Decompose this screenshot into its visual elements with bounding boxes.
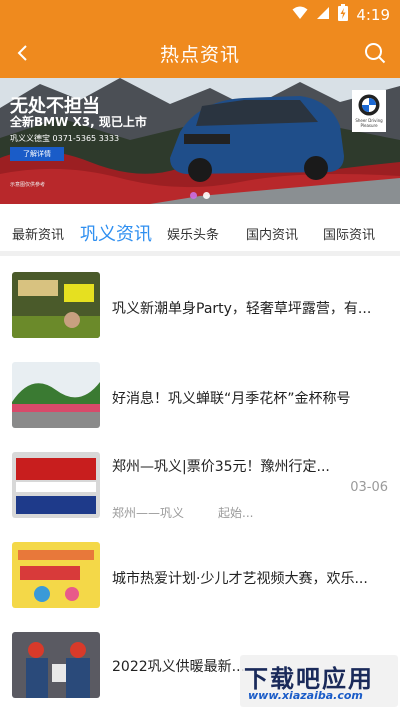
carousel-indicator (0, 192, 400, 199)
banner-dealer-info: 巩义义德宝 0371-5365 3333 (10, 134, 120, 143)
category-tabs: 最新资讯 巩义资讯 娱乐头条 国内资讯 国际资讯 (0, 210, 400, 256)
news-thumbnail (12, 542, 100, 608)
news-meta-start: 起始... (218, 506, 254, 520)
news-meta: 郑州——巩义 起始... (112, 504, 253, 521)
search-button[interactable] (358, 36, 392, 70)
wifi-icon (292, 5, 308, 24)
news-item[interactable]: 巩义新潮单身Party，轻奢草坪露营，有... (0, 270, 400, 360)
watermark-logo: 下载吧应用 www.xiazaiba.com (240, 655, 398, 707)
news-thumbnail (12, 452, 100, 518)
news-item[interactable]: 城市热爱计划·少儿才艺视频大赛，欢乐... (0, 540, 400, 630)
banner-details-button[interactable]: 了解详情 (10, 147, 64, 161)
news-title: 好消息！巩义蝉联“月季花杯”金杯称号 (112, 391, 351, 407)
search-icon (365, 43, 386, 64)
news-title: 城市热爱计划·少儿才艺视频大赛，欢乐... (112, 571, 368, 587)
status-bar: 4:19 (0, 0, 400, 28)
news-item[interactable]: 郑州—巩义|票价35元！豫州行定... 03-06 郑州——巩义 起始... (0, 450, 400, 540)
page-title: 热点资讯 (159, 44, 240, 66)
news-date: 03-06 (350, 480, 388, 495)
banner-subheadline: 全新BMW X3, 现已上市 (10, 115, 147, 129)
news-item[interactable]: 好消息！巩义蝉联“月季花杯”金杯称号 (0, 360, 400, 450)
tab-entertainment[interactable]: 娱乐头条 (167, 224, 219, 243)
tab-gongyi-news[interactable]: 巩义资讯 (80, 220, 152, 246)
signal-icon (316, 5, 330, 24)
tab-latest-news[interactable]: 最新资讯 (12, 224, 64, 243)
status-time: 4:19 (356, 5, 390, 24)
bmw-logo: Sheer Driving Pleasure (352, 90, 386, 132)
news-thumbnail (12, 362, 100, 428)
bmw-brand-tag: Sheer Driving Pleasure (355, 118, 383, 128)
news-meta-route: 郑州——巩义 (112, 506, 185, 520)
watermark-url: www.xiazaiba.com (248, 689, 363, 702)
news-title: 郑州—巩义|票价35元！豫州行定... (112, 459, 330, 475)
carousel-dot-1[interactable] (190, 192, 197, 199)
battery-charging-icon (338, 4, 349, 25)
banner-footnote: 示意图仅供参考 (10, 182, 46, 188)
app-bar: 热点资讯 (0, 28, 400, 78)
carousel-dot-2[interactable] (203, 192, 210, 199)
news-thumbnail (12, 272, 100, 338)
banner-carousel[interactable]: 无处不担当 全新BMW X3, 现已上市 巩义义德宝 0371-5365 333… (0, 78, 400, 204)
tab-international-news[interactable]: 国际资讯 (323, 224, 375, 243)
news-thumbnail (12, 632, 100, 698)
news-title: 巩义新潮单身Party，轻奢草坪露营，有... (112, 301, 372, 317)
tab-domestic-news[interactable]: 国内资讯 (246, 224, 298, 243)
status-icons: 4:19 (292, 4, 390, 25)
